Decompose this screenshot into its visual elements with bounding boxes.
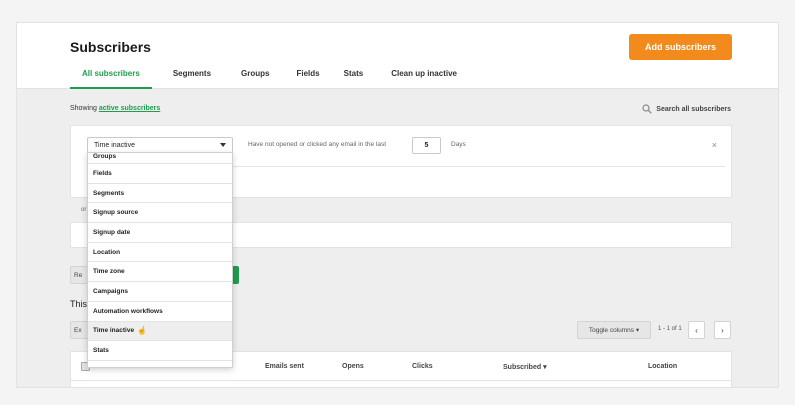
search-all-label: Search all subscribers [656, 105, 731, 113]
tab-stats[interactable]: Stats [332, 69, 376, 89]
previous-page-button[interactable]: ‹ [688, 321, 705, 339]
search-all-subscribers[interactable]: Search all subscribers [642, 104, 731, 114]
add-subscribers-button[interactable]: Add subscribers [629, 34, 732, 60]
app-frame: Subscribers Add subscribers All subscrib… [16, 22, 779, 388]
column-clicks[interactable]: Clicks [412, 363, 433, 370]
search-icon [642, 104, 653, 114]
dropdown-option-time-inactive-label: Time inactive [93, 327, 135, 335]
filter-condition-text: Have not opened or clicked any email in … [248, 141, 387, 148]
showing-status: Showing active subscribers [70, 105, 160, 112]
dropdown-option-signup-source[interactable]: Signup source [88, 203, 232, 224]
hand-cursor-icon: ☝ [137, 326, 148, 336]
column-opens[interactable]: Opens [342, 363, 364, 370]
tab-groups[interactable]: Groups [229, 69, 281, 89]
page-header: Subscribers Add subscribers All subscrib… [17, 23, 778, 89]
table-row [70, 381, 732, 387]
tab-all-subscribers[interactable]: All subscribers [70, 69, 152, 89]
caret-down-icon [220, 143, 226, 147]
dropdown-option-campaigns[interactable]: Campaigns [88, 282, 232, 302]
dropdown-option-time-inactive[interactable]: Time inactive ☝ [88, 321, 232, 342]
tab-fields[interactable]: Fields [285, 69, 332, 89]
tab-segments[interactable]: Segments [161, 69, 223, 89]
days-input[interactable]: 5 [412, 137, 441, 154]
tab-clean-up-inactive[interactable]: Clean up inactive [379, 69, 469, 89]
column-emails-sent[interactable]: Emails sent [265, 363, 304, 370]
column-location[interactable]: Location [648, 363, 677, 370]
showing-prefix: Showing [70, 105, 97, 112]
active-subscribers-link[interactable]: active subscribers [99, 105, 160, 112]
toggle-columns-button[interactable]: Toggle columns ▾ [577, 321, 651, 339]
remove-filter-icon[interactable]: × [712, 140, 717, 150]
dropdown-option-automation-workflows[interactable]: Automation workflows [88, 302, 232, 322]
dropdown-option-segments[interactable]: Segments [88, 184, 232, 204]
results-heading: This [70, 299, 88, 309]
subscriber-tabs: All subscribers Segments Groups Fields S… [70, 69, 469, 89]
filter-type-dropdown: Groups Fields Segments Signup source Sig… [87, 152, 233, 368]
dropdown-option-time-zone[interactable]: Time zone [88, 262, 232, 283]
paging-info: 1 - 1 of 1 [658, 326, 682, 332]
dropdown-option-signup-date[interactable]: Signup date [88, 223, 232, 243]
days-label: Days [451, 141, 466, 148]
column-subscribed[interactable]: Subscribed ▾ [503, 363, 547, 371]
next-page-button[interactable]: › [714, 321, 731, 339]
or-label: or [81, 207, 87, 213]
dropdown-option-groups[interactable]: Groups [88, 153, 232, 164]
dropdown-option-location[interactable]: Location [88, 243, 232, 263]
filter-type-value: Time inactive [94, 142, 135, 149]
page-title: Subscribers [70, 39, 151, 55]
dropdown-option-fields[interactable]: Fields [88, 164, 232, 184]
dropdown-option-stats[interactable]: Stats [88, 341, 232, 361]
